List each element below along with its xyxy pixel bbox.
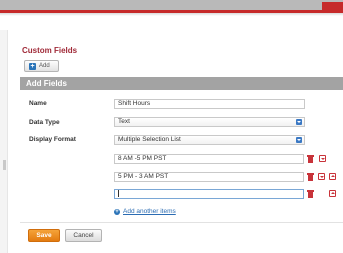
plus-icon: + [29, 62, 36, 70]
display-format-label: Display Format [29, 136, 76, 143]
add-another-label: Add another items [123, 208, 176, 215]
list-option-input[interactable]: 8 AM -5 PM PST [114, 154, 304, 164]
dropdown-arrow-icon [296, 119, 302, 125]
top-header-bar [0, 0, 343, 10]
save-button[interactable]: Save [28, 229, 60, 242]
trash-icon[interactable] [307, 190, 314, 198]
cancel-button[interactable]: Cancel [65, 229, 102, 242]
data-type-select[interactable]: Text [114, 117, 305, 127]
chevron-down-icon[interactable] [318, 173, 325, 180]
add-button[interactable]: + Add [24, 60, 59, 72]
chevron-down-icon[interactable] [319, 155, 326, 162]
data-type-value: Text [118, 118, 130, 125]
left-sidebar-edge [0, 30, 8, 253]
display-format-select[interactable]: Multiple Selection List [114, 135, 305, 145]
sidebar-collapse-handle[interactable] [3, 160, 6, 170]
chevron-up-icon[interactable] [329, 190, 336, 197]
chevron-up-icon[interactable] [329, 173, 336, 180]
list-option-input-active[interactable] [114, 189, 304, 199]
section-title: Custom Fields [22, 46, 78, 55]
plus-circle-icon: + [114, 208, 120, 215]
trash-icon[interactable] [307, 155, 314, 163]
display-format-value: Multiple Selection List [118, 136, 181, 143]
text-cursor [118, 190, 119, 197]
top-accent-block [322, 2, 343, 13]
name-label: Name [29, 100, 47, 107]
name-field[interactable]: Shift Hours [114, 99, 305, 109]
add-button-label: Add [39, 63, 50, 69]
data-type-label: Data Type [29, 119, 60, 126]
header-shadow [0, 13, 343, 16]
dropdown-arrow-icon [296, 137, 302, 143]
trash-icon[interactable] [307, 173, 314, 181]
footer-divider [20, 222, 343, 223]
add-another-link[interactable]: + Add another items [114, 208, 176, 215]
panel-header: Add Fields [20, 77, 343, 90]
list-option-input[interactable]: 5 PM - 3 AM PST [114, 172, 304, 182]
